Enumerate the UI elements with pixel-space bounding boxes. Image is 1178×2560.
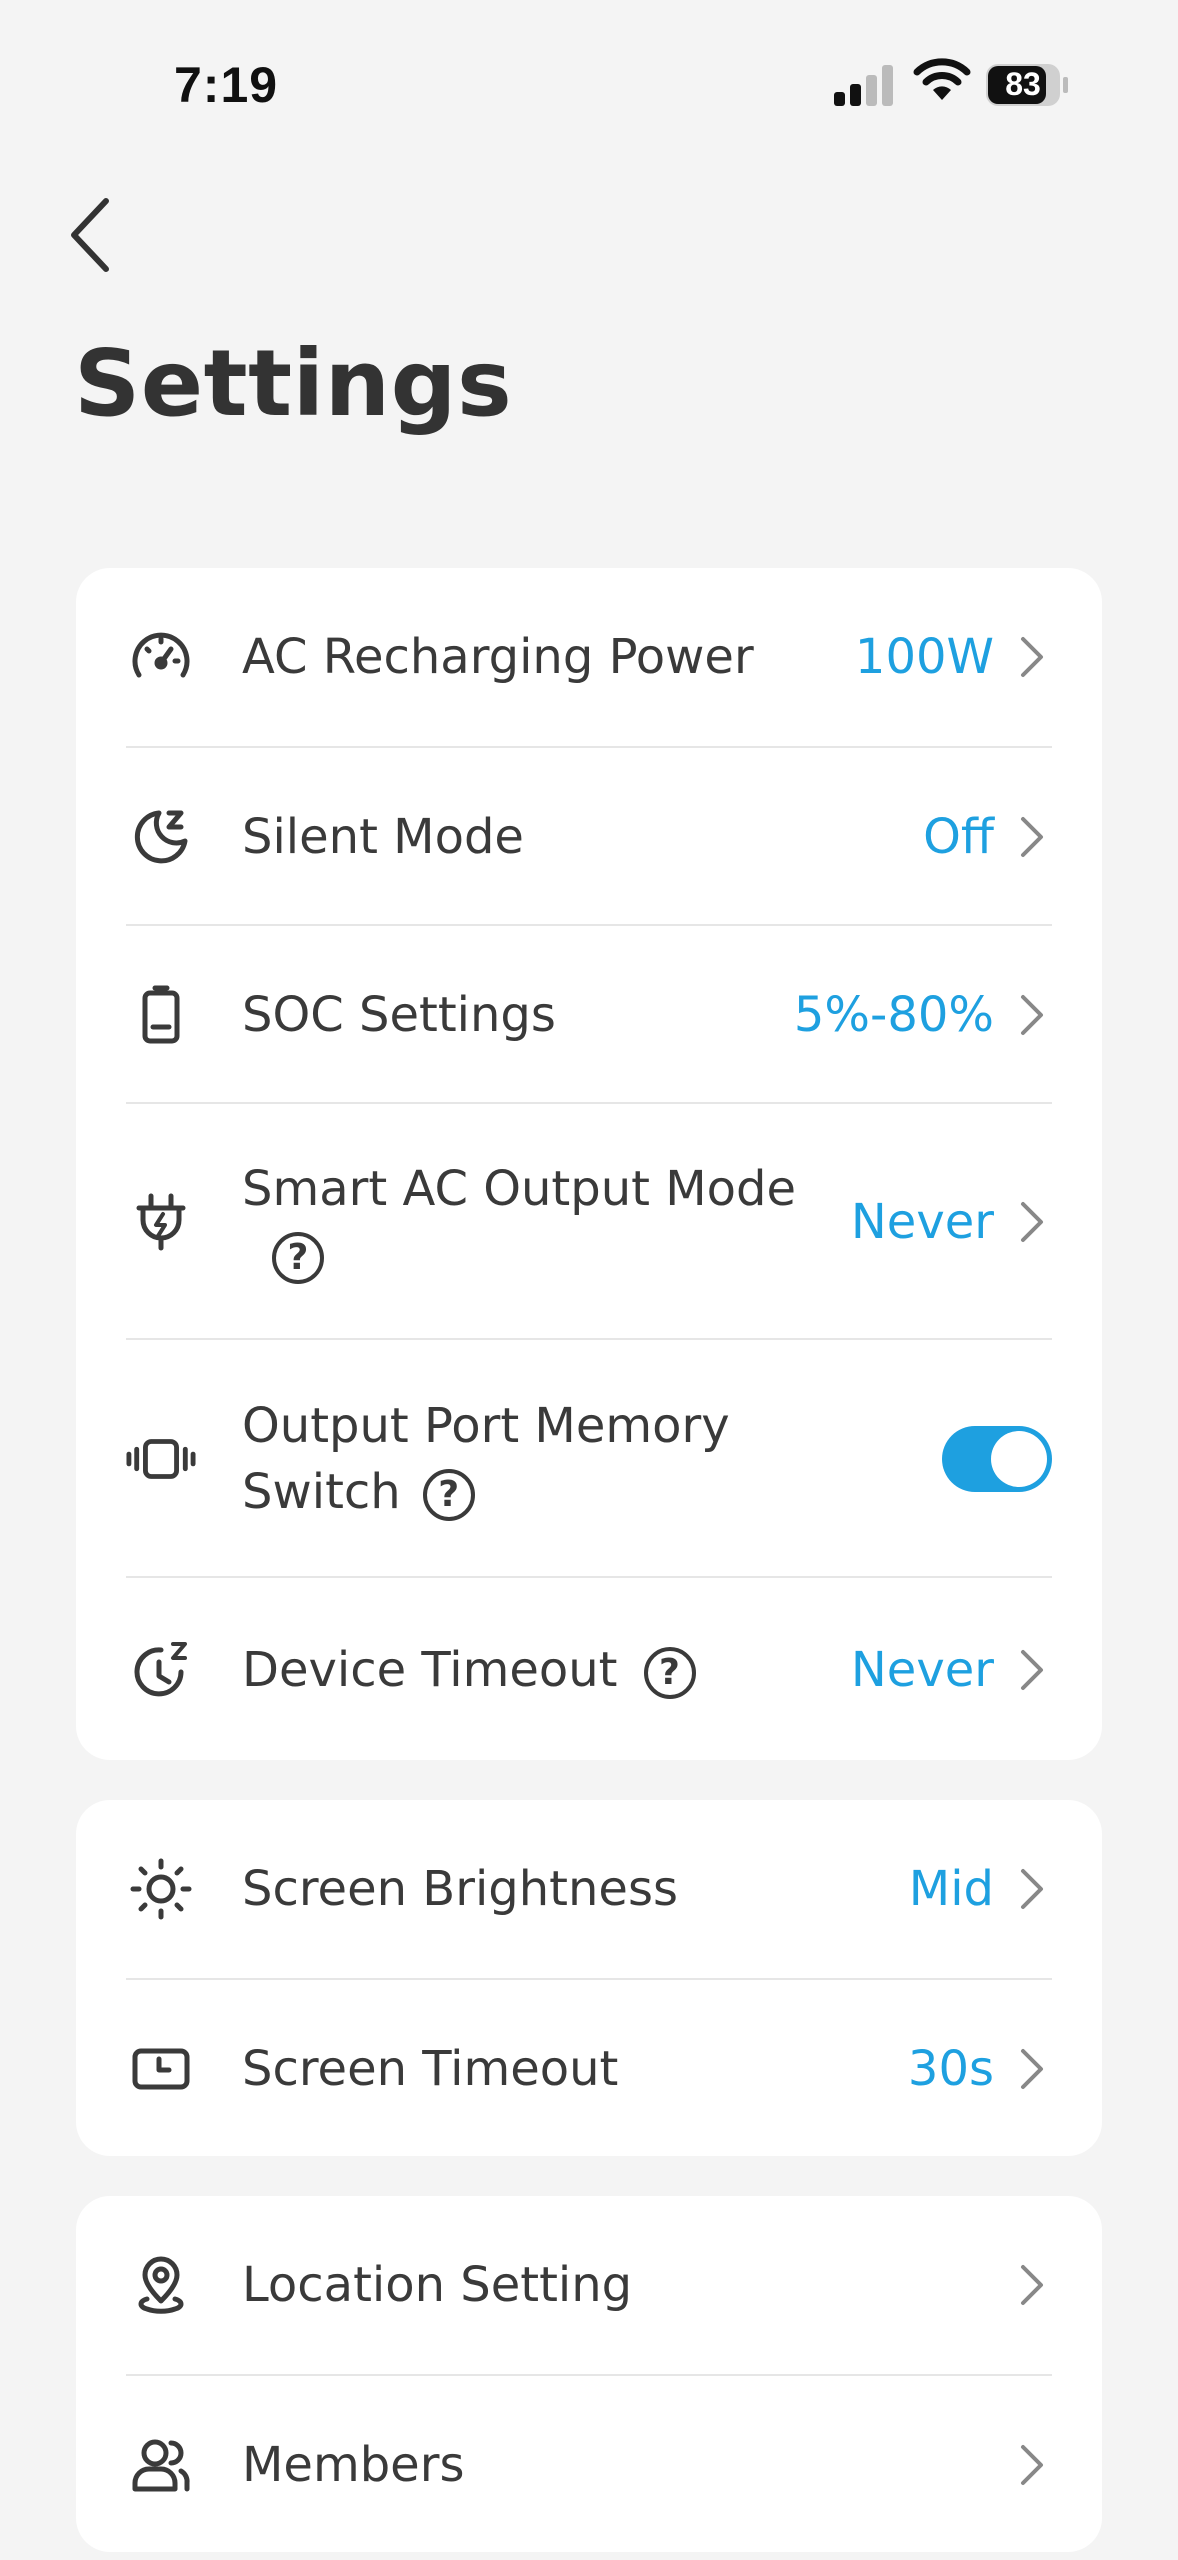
sun-icon: [126, 1854, 196, 1924]
device-settings-card: AC Recharging Power 100W Silent Mode Off…: [76, 568, 1102, 1760]
row-screen-timeout[interactable]: Screen Timeout 30s: [126, 1978, 1052, 2158]
row-label: Members: [242, 2437, 465, 2493]
row-label: Silent Mode: [242, 809, 524, 865]
help-icon[interactable]: ?: [422, 1469, 475, 1521]
chevron-left-icon: [71, 198, 109, 272]
row-value: Mid: [908, 1861, 994, 1917]
row-output-port-memory-switch: Output Port Memory Switch?: [126, 1338, 1052, 1578]
screen-settings-card: Screen Brightness Mid Screen Timeout 30s: [76, 1800, 1102, 2156]
row-label: Screen Timeout: [242, 2041, 619, 2097]
gauge-icon: [126, 622, 196, 692]
battery-percent: 83: [1005, 65, 1041, 102]
chevron-right-icon: [1012, 993, 1052, 1037]
status-time: 7:19: [174, 57, 279, 113]
row-ac-recharging-power[interactable]: AC Recharging Power 100W: [126, 568, 1052, 746]
plug-bolt-icon: [126, 1187, 196, 1257]
row-location-setting[interactable]: Location Setting: [126, 2196, 1052, 2374]
row-label-line2: Switch: [242, 1464, 401, 1520]
battery-icon: [126, 980, 196, 1050]
row-label: SOC Settings: [242, 987, 556, 1043]
screen-timer-icon: [126, 2034, 196, 2104]
row-value: 5%-80%: [793, 987, 994, 1043]
row-label: Location Setting: [242, 2257, 633, 2313]
row-label: Device Timeout?: [242, 1637, 851, 1703]
help-icon[interactable]: ?: [643, 1647, 696, 1699]
status-bar: 7:19 83: [0, 0, 1178, 170]
timer-sleep-icon: [126, 1635, 196, 1705]
location-pin-icon: [126, 2250, 196, 2320]
memory-switch-toggle[interactable]: [942, 1426, 1052, 1492]
row-label: AC Recharging Power: [242, 629, 754, 685]
row-label: Screen Brightness: [242, 1861, 678, 1917]
page-title: Settings: [74, 330, 513, 437]
row-silent-mode[interactable]: Silent Mode Off: [126, 746, 1052, 926]
row-members[interactable]: Members: [126, 2374, 1052, 2554]
row-screen-brightness[interactable]: Screen Brightness Mid: [126, 1800, 1052, 1978]
row-label-line1: Output Port Memory: [242, 1398, 730, 1454]
row-label-text: Smart AC Output Mode: [242, 1161, 796, 1217]
row-label: Output Port Memory Switch?: [242, 1393, 942, 1525]
vibrate-icon: [126, 1424, 196, 1494]
row-label: Smart AC Output Mode ?: [242, 1156, 851, 1288]
row-value: 30s: [907, 2041, 994, 2097]
chevron-right-icon: [1012, 2263, 1052, 2307]
row-value: Off: [923, 809, 994, 865]
row-value: Never: [850, 1194, 994, 1250]
help-icon[interactable]: ?: [272, 1232, 324, 1284]
row-value: Never: [850, 1642, 994, 1698]
row-smart-ac-output-mode[interactable]: Smart AC Output Mode ? Never: [126, 1102, 1052, 1340]
cellular-signal-icon: [834, 65, 893, 106]
chevron-right-icon: [1012, 2443, 1052, 2487]
chevron-right-icon: [1012, 1648, 1052, 1692]
row-device-timeout[interactable]: Device Timeout? Never: [126, 1576, 1052, 1762]
chevron-right-icon: [1012, 815, 1052, 859]
account-settings-card: Location Setting Members: [76, 2196, 1102, 2552]
chevron-right-icon: [1012, 635, 1052, 679]
moon-sleep-icon: [126, 802, 196, 872]
wifi-icon: [913, 58, 971, 100]
row-value: 100W: [854, 629, 994, 685]
members-icon: [126, 2430, 196, 2500]
chevron-right-icon: [1012, 2047, 1052, 2091]
back-button[interactable]: [60, 190, 120, 280]
chevron-right-icon: [1012, 1867, 1052, 1911]
toggle-knob: [991, 1431, 1047, 1487]
row-soc-settings[interactable]: SOC Settings 5%-80%: [126, 924, 1052, 1104]
chevron-right-icon: [1012, 1200, 1052, 1244]
row-label-text: Device Timeout: [242, 1642, 618, 1698]
